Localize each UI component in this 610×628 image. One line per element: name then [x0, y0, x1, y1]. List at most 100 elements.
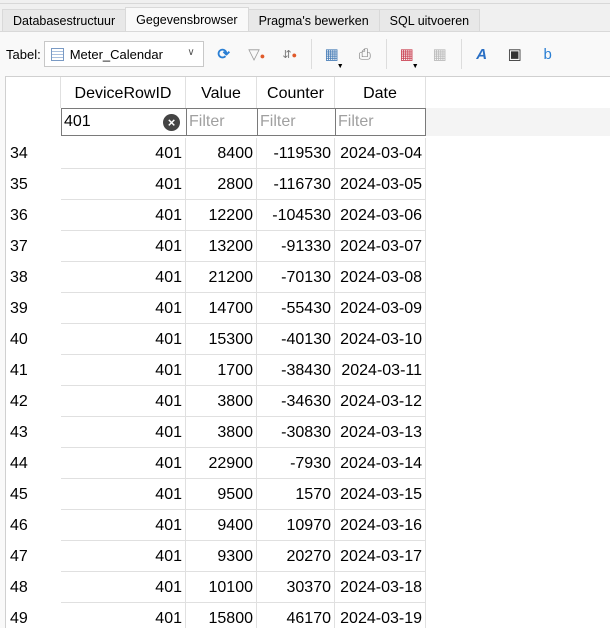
row-number[interactable]: 44: [6, 448, 61, 479]
cell-date[interactable]: 2024-03-13: [335, 417, 426, 448]
cell-counter[interactable]: 1570: [257, 479, 335, 510]
cell-counter[interactable]: -30830: [257, 417, 335, 448]
cell-date[interactable]: 2024-03-10: [335, 324, 426, 355]
cell-value[interactable]: 14700: [186, 293, 257, 324]
cell-value[interactable]: 3800: [186, 417, 257, 448]
insert-record-button[interactable]: ▦ ▼: [394, 42, 420, 70]
cell-value[interactable]: 1700: [186, 355, 257, 386]
cell-date[interactable]: 2024-03-11: [335, 355, 426, 386]
row-number[interactable]: 49: [6, 603, 61, 628]
row-number[interactable]: 40: [6, 324, 61, 355]
tab-execute-sql[interactable]: SQL uitvoeren: [378, 9, 481, 32]
clear-filters-button[interactable]: ▽●: [244, 42, 270, 66]
find-button[interactable]: ▣: [502, 42, 528, 66]
filter-devicerowid-input[interactable]: 401 ×: [61, 108, 187, 136]
cell-counter[interactable]: -104530: [257, 200, 335, 231]
cell-counter[interactable]: -34630: [257, 386, 335, 417]
cell-date[interactable]: 2024-03-04: [335, 138, 426, 169]
cell-counter[interactable]: -7930: [257, 448, 335, 479]
cell-counter[interactable]: -70130: [257, 262, 335, 293]
tab-edit-pragmas[interactable]: Pragma's bewerken: [247, 9, 380, 32]
cell-date[interactable]: 2024-03-14: [335, 448, 426, 479]
cell-devicerowid[interactable]: 401: [61, 510, 186, 541]
cell-counter[interactable]: 10970: [257, 510, 335, 541]
cell-date[interactable]: 2024-03-16: [335, 510, 426, 541]
cell-date[interactable]: 2024-03-17: [335, 541, 426, 572]
row-number-header[interactable]: [6, 77, 61, 108]
cell-devicerowid[interactable]: 401: [61, 386, 186, 417]
cell-counter[interactable]: -40130: [257, 324, 335, 355]
table-select[interactable]: Meter_Calendar ∨: [43, 41, 204, 67]
tab-database-structure[interactable]: Databasestructuur: [2, 9, 127, 32]
cell-date[interactable]: 2024-03-05: [335, 169, 426, 200]
clear-filter-icon[interactable]: ×: [163, 114, 180, 131]
cell-counter[interactable]: 46170: [257, 603, 335, 628]
cell-devicerowid[interactable]: 401: [61, 479, 186, 510]
cell-counter[interactable]: -119530: [257, 138, 335, 169]
cell-date[interactable]: 2024-03-12: [335, 386, 426, 417]
cell-counter[interactable]: 20270: [257, 541, 335, 572]
find-replace-button[interactable]: b: [535, 42, 561, 66]
cell-value[interactable]: 3800: [186, 386, 257, 417]
cell-devicerowid[interactable]: 401: [61, 324, 186, 355]
row-number[interactable]: 38: [6, 262, 61, 293]
cell-devicerowid[interactable]: 401: [61, 293, 186, 324]
cell-counter[interactable]: -38430: [257, 355, 335, 386]
column-header-devicerowid[interactable]: DeviceRowID: [61, 77, 186, 108]
cell-counter[interactable]: -55430: [257, 293, 335, 324]
cell-devicerowid[interactable]: 401: [61, 138, 186, 169]
cell-counter[interactable]: 30370: [257, 572, 335, 603]
cell-value[interactable]: 2800: [186, 169, 257, 200]
row-number[interactable]: 39: [6, 293, 61, 324]
cell-date[interactable]: 2024-03-15: [335, 479, 426, 510]
row-number[interactable]: 41: [6, 355, 61, 386]
cell-value[interactable]: 15300: [186, 324, 257, 355]
cell-value[interactable]: 12200: [186, 200, 257, 231]
cell-devicerowid[interactable]: 401: [61, 355, 186, 386]
cell-value[interactable]: 9500: [186, 479, 257, 510]
text-format-button[interactable]: A: [469, 42, 495, 66]
filter-value-input[interactable]: Filter: [186, 108, 258, 136]
cell-devicerowid[interactable]: 401: [61, 231, 186, 262]
cell-date[interactable]: 2024-03-07: [335, 231, 426, 262]
cell-value[interactable]: 15800: [186, 603, 257, 628]
row-number[interactable]: 45: [6, 479, 61, 510]
cell-date[interactable]: 2024-03-19: [335, 603, 426, 628]
delete-record-button[interactable]: ▦: [427, 42, 453, 66]
cell-devicerowid[interactable]: 401: [61, 200, 186, 231]
cell-value[interactable]: 13200: [186, 231, 257, 262]
cell-value[interactable]: 9300: [186, 541, 257, 572]
cell-devicerowid[interactable]: 401: [61, 541, 186, 572]
column-header-value[interactable]: Value: [186, 77, 257, 108]
cell-date[interactable]: 2024-03-06: [335, 200, 426, 231]
row-number[interactable]: 34: [6, 138, 61, 169]
cell-counter[interactable]: -116730: [257, 169, 335, 200]
row-number[interactable]: 47: [6, 541, 61, 572]
row-number[interactable]: 37: [6, 231, 61, 262]
cell-devicerowid[interactable]: 401: [61, 572, 186, 603]
cell-value[interactable]: 10100: [186, 572, 257, 603]
row-number[interactable]: 35: [6, 169, 61, 200]
cell-date[interactable]: 2024-03-18: [335, 572, 426, 603]
save-table-button[interactable]: ▦ ▼: [319, 42, 345, 70]
row-number[interactable]: 36: [6, 200, 61, 231]
row-number[interactable]: 46: [6, 510, 61, 541]
column-header-counter[interactable]: Counter: [257, 77, 335, 108]
print-button[interactable]: ⎙: [352, 42, 378, 66]
row-number[interactable]: 42: [6, 386, 61, 417]
cell-date[interactable]: 2024-03-09: [335, 293, 426, 324]
filter-date-input[interactable]: Filter: [335, 108, 426, 136]
cell-devicerowid[interactable]: 401: [61, 417, 186, 448]
row-number[interactable]: 43: [6, 417, 61, 448]
cell-value[interactable]: 21200: [186, 262, 257, 293]
cell-devicerowid[interactable]: 401: [61, 603, 186, 628]
cell-devicerowid[interactable]: 401: [61, 448, 186, 479]
row-number[interactable]: 48: [6, 572, 61, 603]
column-header-date[interactable]: Date: [335, 77, 426, 108]
clear-sorting-button[interactable]: ⇵●: [277, 42, 303, 66]
cell-date[interactable]: 2024-03-08: [335, 262, 426, 293]
tab-browse-data[interactable]: Gegevensbrowser: [125, 7, 249, 33]
cell-value[interactable]: 9400: [186, 510, 257, 541]
cell-value[interactable]: 22900: [186, 448, 257, 479]
cell-devicerowid[interactable]: 401: [61, 169, 186, 200]
